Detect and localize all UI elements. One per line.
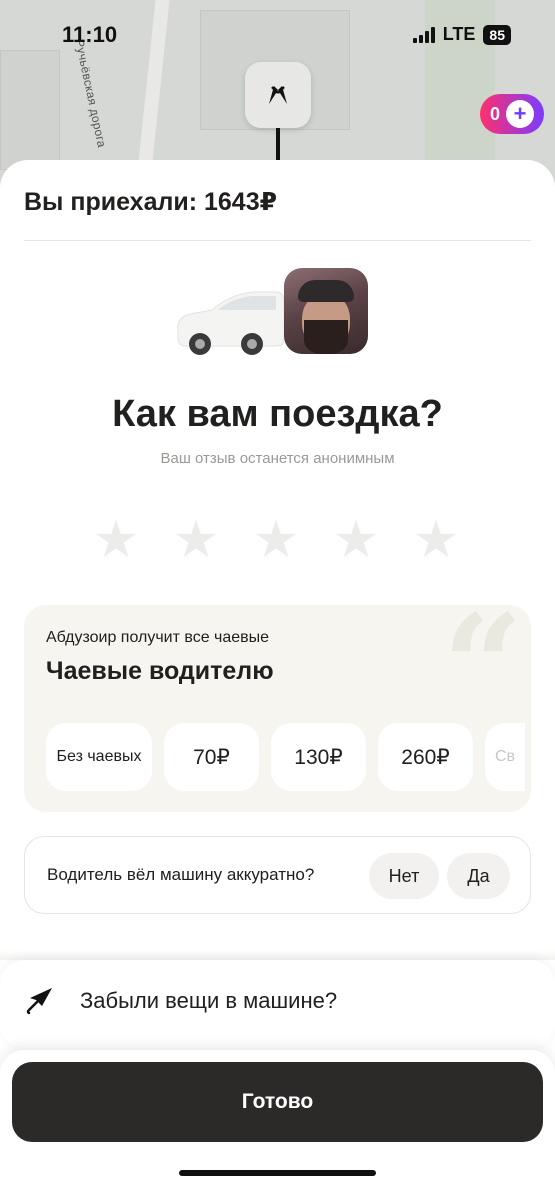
plus-points-badge[interactable]: 0 +	[480, 94, 544, 134]
star-3-icon[interactable]: ★	[252, 514, 300, 566]
signal-icon	[412, 26, 435, 43]
star-4-icon[interactable]: ★	[332, 514, 380, 566]
tips-card: “ Абдузоир получит все чаевые Чаевые вод…	[24, 605, 531, 812]
tips-title: Чаевые водителю	[46, 657, 274, 685]
car-icon	[177, 291, 285, 355]
tip-option-130[interactable]: 130₽	[271, 723, 366, 791]
forgot-items-row[interactable]: Забыли вещи в машине?	[0, 960, 555, 1048]
forgot-items-label: Забыли вещи в машине?	[80, 988, 338, 1013]
tip-options: Без чаевых 70₽ 130₽ 260₽ Св	[46, 723, 525, 791]
plus-count: 0	[490, 103, 501, 124]
tip-option-260[interactable]: 260₽	[378, 723, 473, 791]
plus-icon: +	[506, 100, 535, 128]
tip-option-70[interactable]: 70₽	[164, 723, 259, 791]
map-building	[0, 50, 60, 170]
umbrella-icon	[26, 988, 52, 1015]
careful-driving-card: Водитель вёл машину аккуратно? Нет Да	[24, 836, 531, 914]
map-street-label: Ручьёвская дорога	[72, 38, 109, 149]
quote-icon: “	[442, 605, 523, 749]
trip-rating-sheet: Вы приехали: 1643₽ Как вам поездка? Ваш …	[0, 160, 555, 1200]
home-indicator	[179, 1170, 376, 1176]
star-1-icon[interactable]: ★	[92, 514, 140, 566]
star-rating: ★ ★ ★ ★ ★	[92, 514, 460, 566]
tips-subtitle: Абдузоир получит все чаевые	[46, 629, 270, 646]
status-indicators: LTE 85	[412, 24, 511, 45]
battery-indicator: 85	[483, 24, 511, 45]
trip-price-title: Вы приехали: 1643₽	[24, 188, 278, 216]
careful-no-button[interactable]: Нет	[369, 853, 439, 899]
driver-avatar	[284, 268, 368, 354]
anonymous-note: Ваш отзыв останется анонимным	[160, 450, 395, 467]
rating-question: Как вам поездка?	[112, 393, 443, 435]
destination-pin	[245, 62, 311, 128]
tip-option-custom[interactable]: Св	[485, 723, 525, 791]
careful-yes-button[interactable]: Да	[447, 853, 510, 899]
careful-driving-question: Водитель вёл машину аккуратно?	[47, 865, 315, 884]
done-button[interactable]: Готово	[12, 1062, 543, 1142]
flag-icon	[269, 86, 287, 104]
bottom-action-bar: Готово	[0, 1050, 555, 1200]
status-time: 11:10	[62, 22, 118, 47]
network-label: LTE	[442, 24, 476, 44]
star-2-icon[interactable]: ★	[172, 514, 220, 566]
tip-option-none[interactable]: Без чаевых	[46, 723, 152, 791]
divider	[24, 240, 531, 241]
star-5-icon[interactable]: ★	[412, 514, 460, 566]
